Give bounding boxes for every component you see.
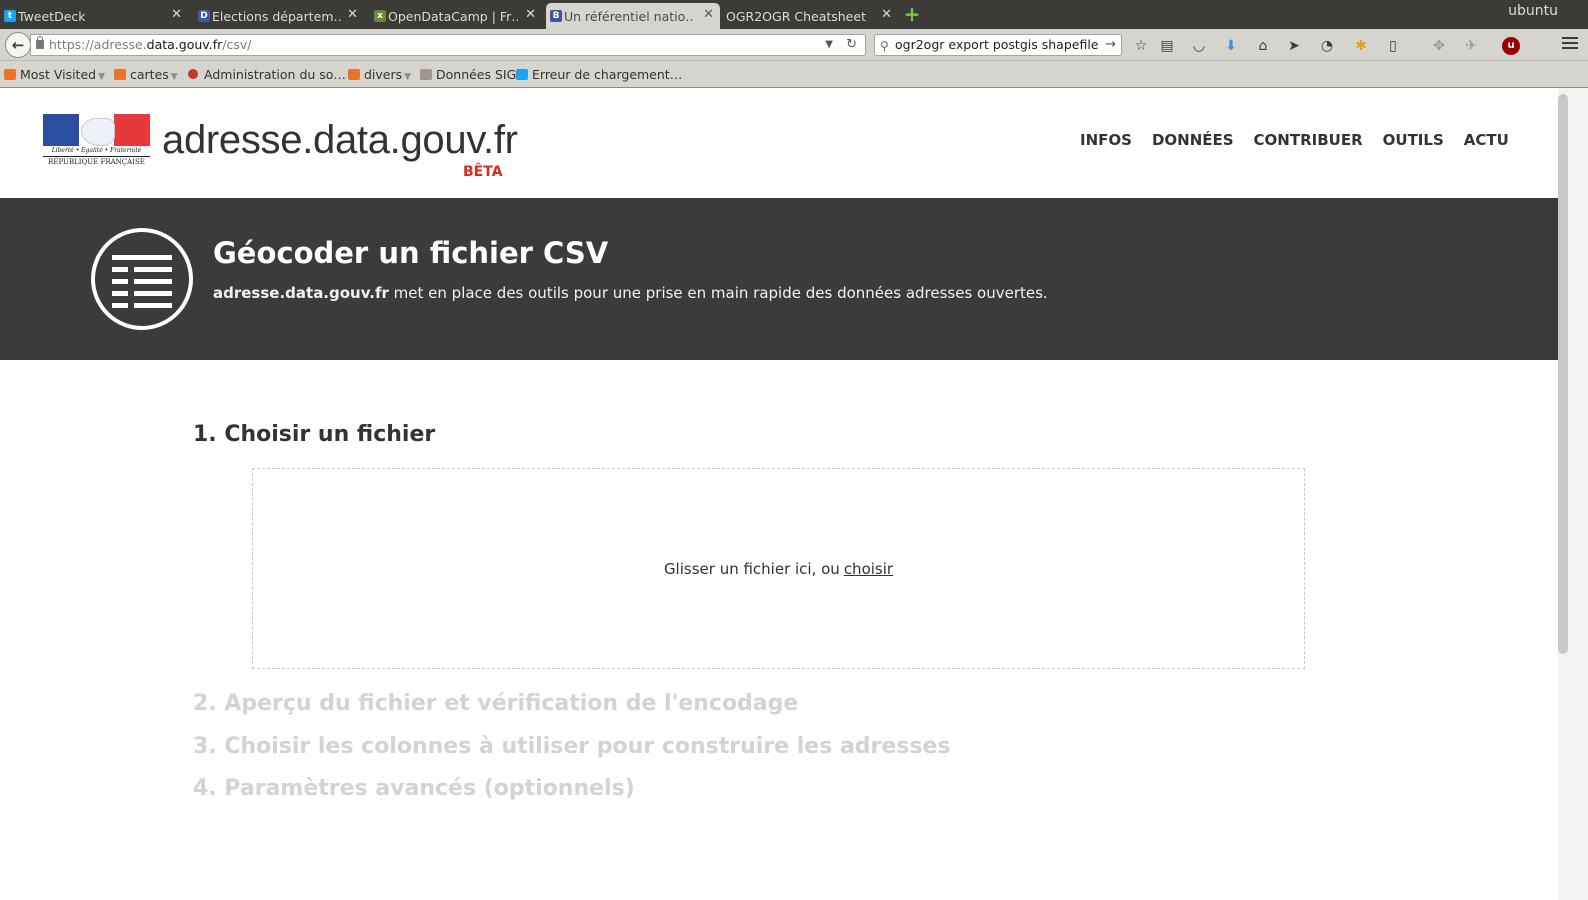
sync-icon[interactable]: ✥ <box>1430 37 1448 55</box>
search-input[interactable]: ⚲ ogr2ogr export postgis shapefile → <box>874 34 1122 56</box>
lock-icon <box>36 36 44 49</box>
search-icon: ⚲ <box>880 39 889 53</box>
page-viewport: Liberté • Égalité • Fraternité RÉPUBLIQU… <box>0 88 1558 900</box>
main-nav: INFOS DONNÉES CONTRIBUER OUTILS ACTU <box>1080 131 1529 149</box>
tab-ogr2ogr[interactable]: OGR2OGR Cheatsheet ✕ <box>712 3 898 29</box>
tab-referentiel[interactable]: B Un référentiel natio… ✕ <box>546 3 720 29</box>
close-icon[interactable]: ✕ <box>525 7 536 22</box>
nav-donnees[interactable]: DONNÉES <box>1152 131 1234 149</box>
chat-icon[interactable]: ◔ <box>1318 37 1336 55</box>
send-icon[interactable]: ➤ <box>1285 37 1303 55</box>
url-host: data.gouv.fr <box>146 37 223 52</box>
url-path: /csv/ <box>222 37 252 52</box>
url-bar[interactable]: https://adresse.data.gouv.fr/csv/ ▼ ↻ <box>30 34 866 56</box>
logo-republic: RÉPUBLIQUE FRANÇAISE <box>43 156 150 166</box>
site-header: Liberté • Égalité • Fraternité RÉPUBLIQU… <box>0 88 1558 198</box>
step-3-heading: 3. Choisir les colonnes à utiliser pour … <box>193 734 951 759</box>
home-icon[interactable]: ⌂ <box>1254 37 1272 55</box>
bookmarks-bar: Most Visited ▼ cartes ▼ Administration du … <box>0 61 1588 88</box>
republique-francaise-logo[interactable]: Liberté • Égalité • Fraternité RÉPUBLIQU… <box>43 114 151 166</box>
chevron-down-icon: ▼ <box>404 72 412 82</box>
tab-title: TweetDeck <box>18 8 86 24</box>
page-scrollbar[interactable] <box>1558 88 1588 900</box>
bookmark-administration[interactable]: Administration du so… <box>188 67 346 82</box>
download-icon[interactable]: ⬇ <box>1222 37 1240 55</box>
bookmark-divers[interactable]: divers ▼ <box>348 67 411 82</box>
tab-title: OpenDataCamp | Fr… <box>388 8 518 24</box>
logo-motto: Liberté • Égalité • Fraternité <box>51 147 142 154</box>
chevron-down-icon: ▼ <box>98 72 106 82</box>
folder-icon <box>114 69 126 80</box>
ublock-icon[interactable]: u <box>1502 37 1520 55</box>
list-icon <box>91 228 193 330</box>
browser-nav-bar: ← https://adresse.data.gouv.fr/csv/ ▼ ↻ … <box>0 29 1588 61</box>
scrollbar-thumb[interactable] <box>1558 94 1568 654</box>
site-name[interactable]: adresse.data.gouv.fr <box>162 118 518 163</box>
beta-badge: BÊTA <box>463 164 503 180</box>
bookmark-label: cartes <box>130 67 169 82</box>
bookmark-donnees-sig[interactable]: Données SIG <box>420 67 516 82</box>
pocket-icon[interactable]: ◡ <box>1190 37 1208 55</box>
browser-tab-bar: t TweetDeck ✕ D Elections départem… ✕ x … <box>0 0 1588 29</box>
close-icon[interactable]: ✕ <box>171 7 182 22</box>
os-label: ubuntu <box>1508 3 1558 19</box>
admin-icon <box>188 69 198 79</box>
bookmark-cartes[interactable]: cartes ▼ <box>114 67 178 82</box>
step-2-heading: 2. Aperçu du fichier et vérification de … <box>193 691 799 716</box>
bookmark-most-visited[interactable]: Most Visited ▼ <box>4 67 105 82</box>
choose-file-link[interactable]: choisir <box>844 560 893 578</box>
star-icon[interactable]: ☆ <box>1132 37 1150 55</box>
reading-list-icon[interactable]: ▤ <box>1158 37 1176 55</box>
folder-icon <box>348 69 360 80</box>
plane-icon[interactable]: ✈ <box>1462 37 1480 55</box>
url-scheme: https://adresse. <box>49 37 147 52</box>
ban-icon: B <box>550 10 562 22</box>
nav-contribuer[interactable]: CONTRIBUER <box>1254 131 1363 149</box>
nav-infos[interactable]: INFOS <box>1080 131 1132 149</box>
x-icon: x <box>374 10 386 22</box>
file-dropzone[interactable]: Glisser un fichier ici, ou choisir <box>252 468 1305 669</box>
subtitle-text: met en place des outils pour une prise e… <box>388 284 1048 302</box>
step-1-heading: 1. Choisir un fichier <box>193 422 436 447</box>
marianne-icon <box>81 118 115 146</box>
tab-title: Un référentiel natio… <box>564 8 694 24</box>
tab-tweetdeck[interactable]: t TweetDeck ✕ <box>0 3 188 29</box>
step-4-heading: 4. Paramètres avancés (optionnels) <box>193 776 635 801</box>
chevron-down-icon[interactable]: ▼ <box>825 35 833 55</box>
nav-actu[interactable]: ACTU <box>1464 131 1509 149</box>
bookmark-label: Données SIG <box>436 67 517 82</box>
tab-title: OGR2OGR Cheatsheet <box>726 8 866 24</box>
new-tab-button[interactable]: + <box>903 3 921 25</box>
clipboard-icon[interactable]: ▯ <box>1384 37 1402 55</box>
back-button[interactable]: ← <box>5 32 31 58</box>
twitter-icon <box>516 69 528 80</box>
arrow-right-icon[interactable]: → <box>1105 35 1116 55</box>
menu-icon[interactable] <box>1562 37 1578 51</box>
main-content: 1. Choisir un fichier Glisser un fichier… <box>0 360 1558 900</box>
bookmark-label: Most Visited <box>20 67 97 82</box>
dropzone-text: Glisser un fichier ici, ou <box>663 559 840 578</box>
nav-outils[interactable]: OUTILS <box>1383 131 1444 149</box>
bookmark-label: Administration du so… <box>204 67 346 82</box>
close-icon[interactable]: ✕ <box>347 7 358 22</box>
tab-opendatacamp[interactable]: x OpenDataCamp | Fr… ✕ <box>370 3 542 29</box>
tab-title: Elections départem… <box>212 8 342 24</box>
tab-elections[interactable]: D Elections départem… ✕ <box>194 3 364 29</box>
d-icon: D <box>198 10 210 22</box>
hero-banner: Géocoder un fichier CSV adresse.data.gou… <box>0 198 1558 360</box>
chevron-down-icon: ▼ <box>170 72 178 82</box>
subtitle-site-name: adresse.data.gouv.fr <box>213 284 389 302</box>
page-title: Géocoder un fichier CSV <box>213 236 609 270</box>
bookmark-label: Erreur de chargement… <box>532 67 683 82</box>
page-subtitle: adresse.data.gouv.fr met en place des ou… <box>213 284 1048 302</box>
search-value: ogr2ogr export postgis shapefile <box>895 37 1099 52</box>
most-visited-icon <box>4 69 16 80</box>
bookmark-label: divers <box>364 67 403 82</box>
twitter-icon: t <box>4 10 16 22</box>
bookmark-erreur[interactable]: Erreur de chargement… <box>516 67 682 82</box>
sig-icon <box>420 69 432 80</box>
extension-icon[interactable]: ✱ <box>1352 37 1370 55</box>
reload-icon[interactable]: ↻ <box>846 35 857 55</box>
close-icon[interactable]: ✕ <box>881 7 892 22</box>
